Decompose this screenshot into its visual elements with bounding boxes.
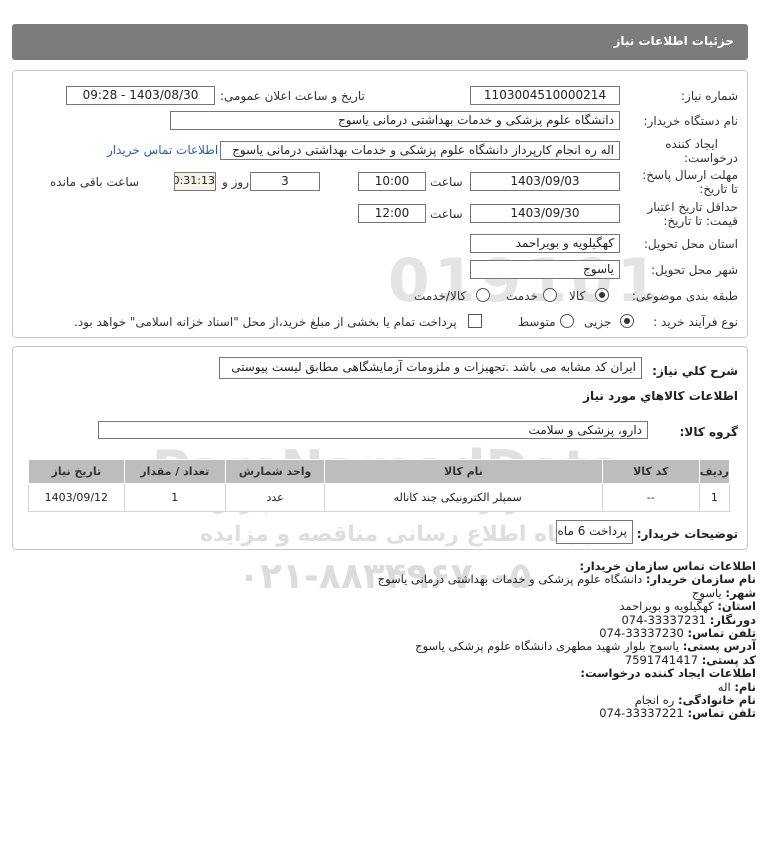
- goods-group-label: گروه کالا:: [679, 425, 738, 439]
- table-row: 1 -- سمپلر الکترونیکی چند کاناله عدد 1 1…: [28, 483, 731, 512]
- validity-label-line1: حداقل تاریخ اعتبار: [647, 200, 738, 214]
- process-radio-medium[interactable]: [560, 314, 574, 328]
- process-option-medium: متوسط: [518, 315, 556, 329]
- creator-title: اطلاعات ایجاد کننده درخواست:: [580, 666, 756, 681]
- process-radio-partial[interactable]: [620, 314, 634, 328]
- col-header-unit: واحد شمارش: [224, 459, 326, 484]
- contact-title: اطلاعات تماس سازمان خریدار:: [579, 559, 756, 573]
- deadline-label-line1: مهلت ارسال پاسخ:: [642, 168, 738, 182]
- category-option-service: خدمت: [506, 289, 538, 303]
- contact-line-address: آدرس پستی: یاسوج بلوار شهید مطهری دانشگا…: [415, 639, 756, 654]
- creator-line-phone: تلفن تماس: 074-33337221: [599, 706, 756, 721]
- time-remaining-field: 00:31:13: [174, 172, 216, 191]
- creator-line-name: نام: اله: [717, 679, 756, 694]
- need-number-field: 1103004510000214: [470, 86, 620, 105]
- contact-line-fax: دورنگار: 074-33337231: [621, 612, 756, 627]
- cell-date: 1403/09/12: [28, 483, 125, 512]
- contact-info-block: اطلاعات تماس سازمان خریدار: نام سازمان خ…: [377, 559, 756, 721]
- goods-section-title: اطلاعات کالاهاي مورد نياز: [583, 389, 738, 403]
- cell-code: --: [601, 483, 700, 512]
- category-label: طبقه بندی موضوعی:: [631, 289, 738, 303]
- time-remaining-label: ساعت باقی مانده: [50, 175, 140, 189]
- col-header-row: ردیف: [698, 459, 731, 484]
- category-option-goods: کالا: [569, 289, 586, 303]
- cell-unit: عدد: [224, 483, 326, 512]
- validity-date-field: 1403/09/30: [470, 204, 620, 223]
- page-title: جزئیات اطلاعات نیاز: [613, 34, 734, 48]
- validity-time-field: 12:00: [358, 204, 426, 223]
- process-option-partial: جزیی: [584, 315, 612, 329]
- deadline-label-line2: تا تاریخ:: [699, 182, 738, 196]
- treasury-payment-checkbox[interactable]: [468, 314, 482, 328]
- creator-label-line2: درخواست:: [684, 151, 738, 165]
- validity-time-label: ساعت: [430, 207, 463, 221]
- contact-line-province: استان: کهگیلویه و بویراحمد: [619, 599, 756, 614]
- announce-datetime-field: 1403/08/30 - 09:28: [66, 86, 215, 105]
- page-header: جزئیات اطلاعات نیاز: [12, 24, 748, 60]
- delivery-city-label: شهر محل تحویل:: [651, 263, 738, 277]
- buyer-contact-link[interactable]: اطلاعات تماس خریدار: [107, 143, 218, 157]
- buyer-org-label: نام دستگاه خریدار:: [643, 114, 739, 128]
- goods-table-header: ردیف کد کالا نام کالا واحد شمارش تعداد /…: [28, 459, 731, 484]
- deadline-time-field: 10:00: [358, 172, 426, 191]
- cell-qty: 1: [123, 483, 226, 512]
- summary-field: ایران کد مشابه می باشد .تجهیزات و ملزوما…: [219, 357, 642, 379]
- delivery-province-field: کهگیلویه و بویراحمد: [470, 234, 620, 253]
- need-number-label: شماره نیاز:: [681, 89, 738, 103]
- buyer-notes-label: توضیحات خریدار:: [636, 527, 738, 541]
- contact-line-postal: کد پستی: 7591741417: [624, 652, 756, 667]
- col-header-name: نام کالا: [324, 459, 603, 484]
- creator-field: اله ره انجام کارپرداز دانشگاه علوم پزشکی…: [220, 141, 620, 160]
- contact-line-phone: تلفن تماس: 074-33337230: [599, 626, 756, 641]
- col-header-date: تاریخ نیاز: [28, 459, 125, 484]
- goods-group-field: دارو، پزشکی و سلامت: [98, 421, 648, 439]
- cell-row: 1: [698, 483, 731, 512]
- announce-datetime-label: تاریخ و ساعت اعلان عمومی:: [220, 89, 365, 103]
- creator-line-family: نام خانوادگی: ره انجام: [634, 693, 756, 708]
- days-remaining-field: 3: [250, 172, 320, 191]
- category-radio-service[interactable]: [543, 288, 557, 302]
- summary-label: شرح کلي نياز:: [652, 364, 738, 378]
- goods-table-wrapper: ردیف کد کالا نام کالا واحد شمارش تعداد /…: [28, 459, 731, 512]
- contact-line-city: شهر: یاسوج: [691, 585, 756, 600]
- treasury-payment-note: پرداخت تمام یا بخشی از مبلغ خرید،از محل …: [74, 315, 457, 329]
- col-header-qty: تعداد / مقدار: [123, 459, 226, 484]
- deadline-date-field: 1403/09/03: [470, 172, 620, 191]
- col-header-code: کد کالا: [601, 459, 700, 484]
- validity-label-line2: قیمت: تا تاریخ:: [663, 214, 738, 228]
- deadline-time-label: ساعت: [430, 175, 463, 189]
- delivery-city-field: یاسوج: [470, 260, 620, 279]
- category-radio-goods[interactable]: [595, 288, 609, 302]
- category-option-goods-service: کالا/خدمت: [414, 289, 467, 303]
- days-label: روز و: [222, 175, 249, 189]
- buyer-org-field: دانشگاه علوم پزشکی و خدمات بهداشتی درمان…: [170, 111, 620, 130]
- creator-label-line1: ایجاد کننده: [665, 137, 718, 151]
- contact-line-org: نام سازمان خریدار: دانشگاه علوم پزشکی و …: [377, 572, 756, 587]
- category-radio-goods-service[interactable]: [476, 288, 490, 302]
- cell-name: سمپلر الکترونیکی چند کاناله: [324, 483, 603, 512]
- delivery-province-label: استان محل تحویل:: [643, 237, 738, 251]
- buyer-notes-field: پرداخت 6 ماه: [556, 520, 633, 544]
- goods-table: ردیف کد کالا نام کالا واحد شمارش تعداد /…: [28, 459, 731, 512]
- purchase-process-label: نوع فرآیند خرید :: [653, 315, 738, 329]
